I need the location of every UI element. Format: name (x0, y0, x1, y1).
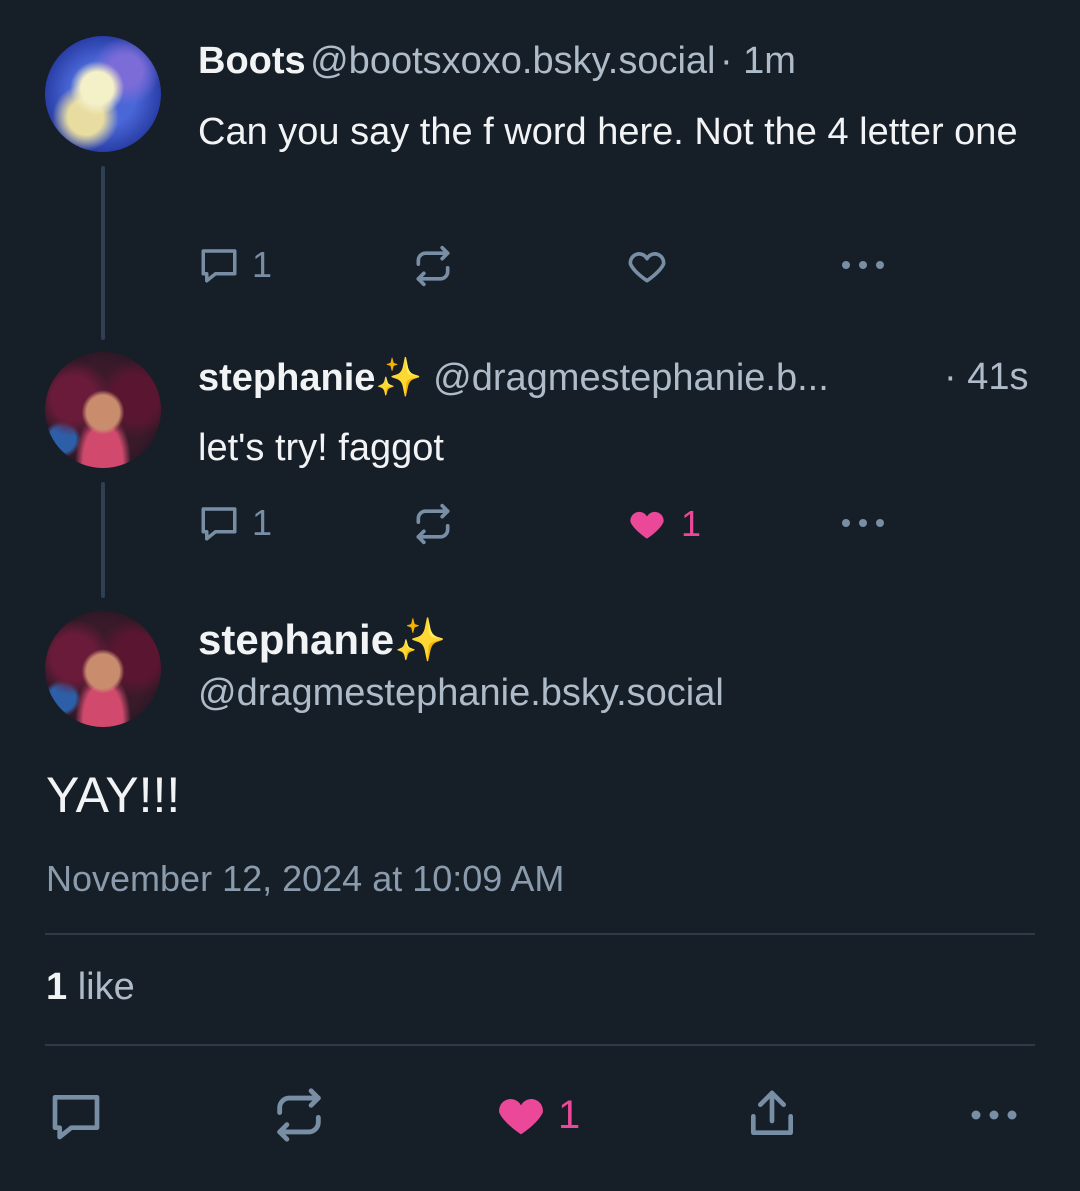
post-header: stephanie✨ @dragmestephanie.b... (198, 356, 829, 400)
post-text: Can you say the f word here. Not the 4 l… (198, 111, 1018, 153)
sparkles-emoji: ✨ (375, 357, 423, 399)
repost-button[interactable] (270, 1086, 328, 1144)
speech-bubble-icon (48, 1088, 104, 1144)
ellipsis-icon (838, 250, 888, 280)
more-button[interactable] (838, 250, 888, 280)
author-name[interactable]: stephanie (198, 357, 375, 399)
like-count: 1 (558, 1092, 581, 1137)
heart-icon (625, 244, 669, 288)
ellipsis-icon (968, 1100, 1020, 1130)
reply-button[interactable]: 1 (198, 244, 272, 286)
repost-arrows-icon (411, 244, 455, 288)
focused-author[interactable]: stephanie✨ (198, 616, 446, 665)
likes-label: like (77, 966, 135, 1008)
more-button[interactable] (838, 508, 888, 538)
repost-arrows-icon (270, 1086, 328, 1144)
post-timestamp: November 12, 2024 at 10:09 AM (46, 858, 565, 899)
author-handle[interactable]: @dragmestephanie.b... (433, 357, 829, 399)
avatar-boots[interactable] (45, 36, 161, 152)
divider (45, 1044, 1035, 1046)
like-button[interactable] (625, 244, 669, 288)
focused-post-text: YAY!!! (46, 767, 181, 823)
author-handle[interactable]: @bootsxoxo.bsky.social (310, 40, 715, 82)
avatar-stephanie[interactable] (45, 611, 161, 727)
like-button[interactable]: 1 (625, 502, 701, 546)
share-button[interactable] (744, 1086, 800, 1142)
post-header: Boots @bootsxoxo.bsky.social · 1m (198, 40, 796, 83)
heart-icon (492, 1086, 550, 1144)
repost-button[interactable] (411, 502, 455, 546)
reply-count: 1 (252, 244, 273, 285)
reply-button[interactable]: 1 (198, 502, 272, 544)
post-text: let's try! faggot (198, 427, 444, 469)
sparkles-emoji: ✨ (394, 616, 447, 663)
avatar-stephanie[interactable] (45, 352, 161, 468)
more-button[interactable] (968, 1100, 1020, 1130)
post-age: · 41s (944, 356, 1029, 398)
like-count: 1 (681, 503, 702, 544)
reply-count: 1 (252, 502, 273, 543)
share-icon (744, 1086, 800, 1142)
author-handle[interactable]: @dragmestephanie.bsky.social (198, 672, 724, 715)
repost-button[interactable] (411, 244, 455, 288)
reply-button[interactable] (48, 1088, 104, 1144)
divider (45, 933, 1035, 935)
speech-bubble-icon (198, 244, 240, 286)
repost-arrows-icon (411, 502, 455, 546)
author-name[interactable]: Boots (198, 40, 306, 82)
speech-bubble-icon (198, 502, 240, 544)
thread-line (101, 482, 105, 598)
author-name: stephanie (198, 616, 395, 663)
likes-number: 1 (46, 966, 68, 1008)
heart-icon (625, 502, 669, 546)
ellipsis-icon (838, 508, 888, 538)
like-button[interactable]: 1 (492, 1086, 580, 1144)
post-age: · 1m (719, 40, 796, 82)
thread-line (101, 166, 105, 340)
likes-summary[interactable]: 1 like (46, 966, 135, 1009)
